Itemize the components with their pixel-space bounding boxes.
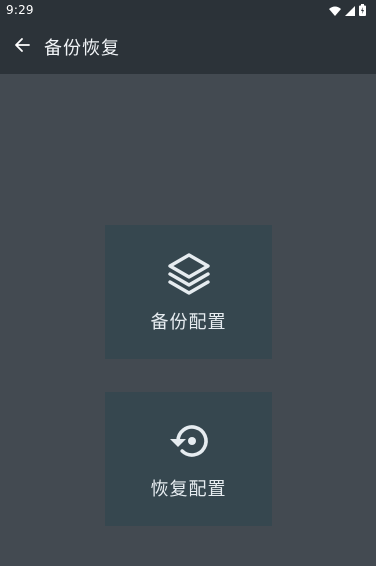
restore-icon bbox=[165, 417, 213, 465]
status-bar: 9:29 bbox=[0, 0, 376, 20]
app-bar: 备份恢复 bbox=[0, 20, 376, 74]
system-icons bbox=[329, 1, 366, 20]
backup-config-button[interactable]: 备份配置 bbox=[105, 225, 272, 359]
battery-icon bbox=[359, 1, 366, 20]
page-title: 备份恢复 bbox=[44, 38, 120, 59]
wifi-icon bbox=[329, 1, 341, 20]
restore-config-button[interactable]: 恢复配置 bbox=[105, 392, 272, 526]
layers-icon bbox=[165, 250, 213, 298]
signal-icon bbox=[345, 1, 355, 20]
backup-config-label: 备份配置 bbox=[150, 312, 227, 333]
status-time: 9:29 bbox=[6, 3, 34, 17]
back-button[interactable] bbox=[0, 20, 44, 74]
arrow-left-icon bbox=[14, 37, 30, 57]
restore-config-label: 恢复配置 bbox=[150, 479, 227, 500]
